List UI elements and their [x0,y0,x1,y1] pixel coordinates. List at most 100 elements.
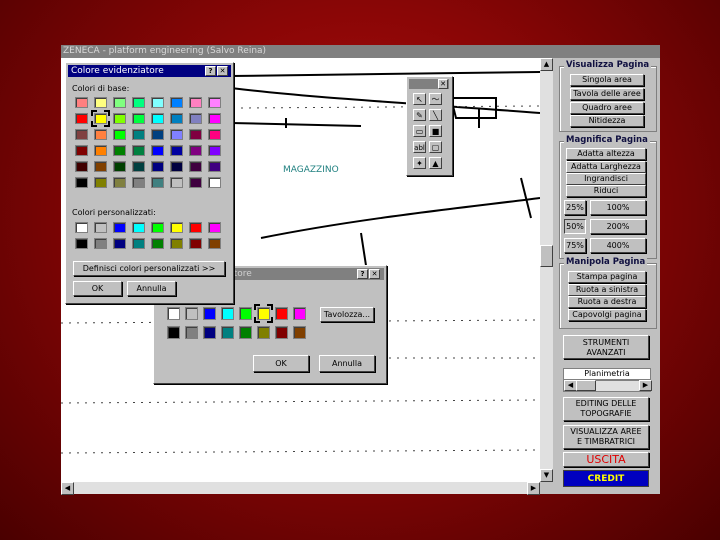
view-areas-button[interactable]: VISUALIZZA AREE E TIMBRATRICI [563,425,649,449]
close-icon[interactable]: ✕ [438,79,448,89]
color-swatch[interactable] [208,161,221,172]
zoom-50-button[interactable]: 50% [564,219,586,234]
color-swatch[interactable] [208,177,221,188]
color-swatch[interactable] [254,304,273,323]
color-swatch[interactable] [221,307,234,320]
color-swatch[interactable] [151,145,164,156]
color-swatch[interactable] [239,326,252,339]
zoom-25-button[interactable]: 25% [564,200,586,215]
color-swatch[interactable] [151,222,164,233]
color-swatch[interactable] [167,307,180,320]
color-swatch[interactable] [293,326,306,339]
advanced-tools-button[interactable]: STRUMENTI AVANZATI [563,335,649,359]
color-swatch[interactable] [113,97,126,108]
color-swatch[interactable] [185,326,198,339]
color-swatch[interactable] [132,177,145,188]
scroll-right-icon[interactable]: ▶ [527,482,540,495]
color-swatch[interactable] [132,222,145,233]
palette-more-button[interactable]: Tavolozza... [320,307,374,322]
color-swatch[interactable] [189,222,202,233]
toolbox-tool-1[interactable]: 〜 [429,93,442,105]
color-swatch[interactable] [94,97,107,108]
color-swatch[interactable] [94,145,107,156]
flip-page-button[interactable]: Capovolgi pagina [568,309,646,321]
color-swatch[interactable] [132,97,145,108]
toolbox-tool-0[interactable]: ↖ [413,93,426,105]
close-icon[interactable]: ✕ [217,66,228,76]
color-swatch[interactable] [132,129,145,140]
scroll-up-icon[interactable]: ▲ [540,58,553,71]
color-swatch[interactable] [151,97,164,108]
color-swatch[interactable] [293,307,306,320]
color-swatch[interactable] [208,222,221,233]
color-swatch[interactable] [208,145,221,156]
areas-table-button[interactable]: Tavola delle aree [570,88,644,100]
color-swatch[interactable] [275,307,288,320]
print-page-button[interactable]: Stampa pagina [568,271,646,283]
toolbox-tool-7[interactable]: ▢ [429,141,442,153]
help-icon[interactable]: ? [357,269,368,279]
zoom-in-button[interactable]: Ingrandisci [566,173,646,185]
define-custom-colors-button[interactable]: Definisci colori personalizzati >> [73,261,225,276]
color-swatch[interactable] [208,113,221,124]
color-swatch[interactable] [94,177,107,188]
fit-width-button[interactable]: Adatta Larghezza [566,161,646,173]
color-swatch[interactable] [151,238,164,249]
color-swatch[interactable] [132,113,145,124]
credit-button[interactable]: CREDIT [563,470,649,487]
color-swatch[interactable] [167,326,180,339]
color-swatch[interactable] [94,222,107,233]
color-swatch[interactable] [275,326,288,339]
color-swatch[interactable] [170,177,183,188]
editing-topographies-button[interactable]: EDITING DELLE TOPOGRAFIE [563,397,649,421]
color-swatch[interactable] [151,129,164,140]
color-swatch[interactable] [94,238,107,249]
zoom-100-button[interactable]: 100% [590,200,646,215]
color-swatch[interactable] [189,177,202,188]
color-swatch[interactable] [75,97,88,108]
color-swatch[interactable] [132,238,145,249]
color-swatch[interactable] [189,97,202,108]
color-swatch[interactable] [170,97,183,108]
color-swatch[interactable] [208,129,221,140]
color-swatch[interactable] [170,145,183,156]
close-icon[interactable]: ✕ [369,269,380,279]
color-swatch[interactable] [151,113,164,124]
color-swatch[interactable] [208,238,221,249]
horizontal-scrollbar[interactable]: ◀ ▶ [61,482,540,495]
color-swatch[interactable] [170,113,183,124]
color-swatch[interactable] [75,113,88,124]
color-swatch[interactable] [75,145,88,156]
toolbox-tool-9[interactable]: ▲ [429,157,442,169]
color-swatch[interactable] [170,222,183,233]
color-swatch[interactable] [91,110,110,127]
color-swatch[interactable] [94,161,107,172]
color-swatch[interactable] [113,129,126,140]
toolbox-tool-2[interactable]: ✎ [413,109,426,121]
plan-select-scroll[interactable]: ◀ ▶ [563,380,652,392]
color-swatch[interactable] [239,307,252,320]
color-swatch[interactable] [75,238,88,249]
color-swatch[interactable] [189,238,202,249]
zoom-out-button[interactable]: Riduci [566,185,646,197]
color-swatch[interactable] [113,238,126,249]
scroll-down-icon[interactable]: ▼ [540,469,553,482]
scroll-thumb[interactable] [540,245,553,267]
plan-select[interactable]: Planimetria [563,368,651,380]
color-swatch[interactable] [113,145,126,156]
help-icon[interactable]: ? [205,66,216,76]
toolbox-tool-6[interactable]: abl [413,141,426,153]
color-swatch[interactable] [132,145,145,156]
color-swatch[interactable] [170,238,183,249]
exit-button[interactable]: USCITA [563,452,649,467]
color-swatch[interactable] [221,326,234,339]
color-swatch[interactable] [75,129,88,140]
toolbox-tool-8[interactable]: ✦ [413,157,426,169]
zoom-400-button[interactable]: 400% [590,238,646,253]
vertical-scrollbar[interactable]: ▲ ▼ [540,58,553,482]
color-swatch[interactable] [151,177,164,188]
color-swatch[interactable] [208,97,221,108]
color-swatch[interactable] [189,161,202,172]
color-swatch[interactable] [113,161,126,172]
color-swatch[interactable] [203,307,216,320]
